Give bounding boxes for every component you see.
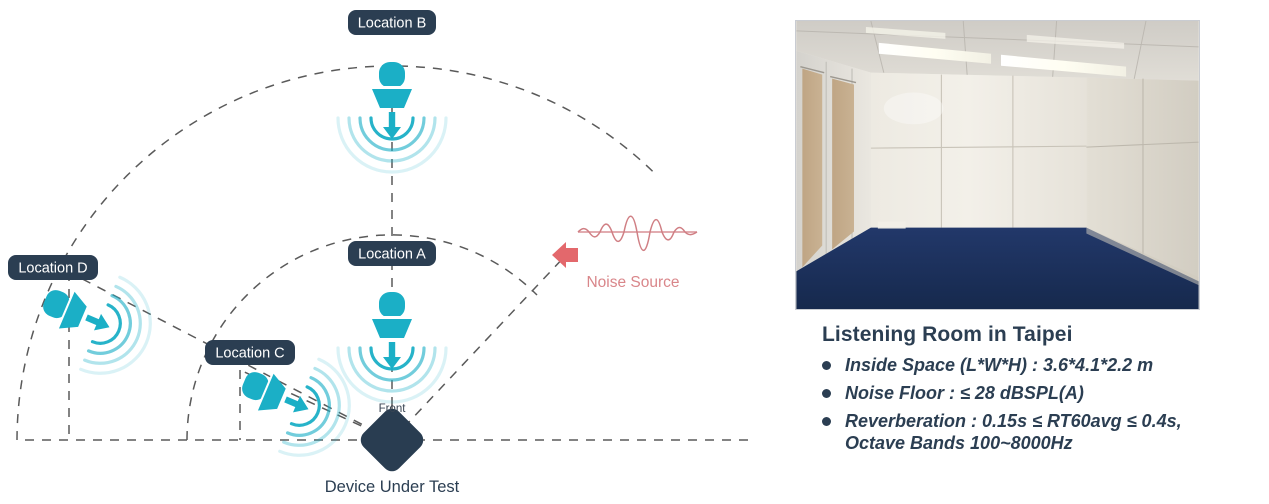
speaker-icon-c	[235, 364, 290, 418]
location-b-label: Location B	[358, 16, 427, 32]
wall-sheen	[883, 92, 944, 125]
spec-item-inside-space: Inside Space (L*W*H) : 3.6*4.1*2.2 m	[822, 354, 1262, 377]
spec-text: Inside Space (L*W*H) : 3.6*4.1*2.2 m	[845, 355, 1154, 376]
location-a-label: Location A	[358, 247, 426, 263]
direction-arrow-d	[85, 313, 110, 331]
spec-text: Noise Floor : ≤ 28 dBSPL(A)	[845, 382, 1084, 403]
spec-item-noise-floor: Noise Floor : ≤ 28 dBSPL(A)	[822, 382, 1262, 405]
location-a-group[interactable]: Location A	[336, 241, 448, 404]
room-title: Listening Room in Taipei	[822, 323, 1073, 346]
acoustic-panel-left-2	[832, 78, 854, 250]
location-c-label: Location C	[215, 346, 284, 362]
location-a-badge[interactable]: Location A	[348, 241, 436, 266]
spec-item-reverberation: Reverberation : 0.15s ≤ RT60avg ≤ 0.4s, …	[822, 410, 1262, 455]
location-d-label: Location D	[18, 261, 87, 277]
spec-text: Reverberation : 0.15s ≤ RT60avg ≤ 0.4s,	[845, 410, 1182, 431]
direction-arrow-b	[383, 112, 401, 139]
direction-arrow-a	[383, 342, 401, 369]
front-label: Front	[379, 403, 407, 415]
location-d-group[interactable]: Location D	[8, 254, 168, 391]
room-photo-panel	[795, 20, 1200, 310]
acoustic-panel-left-1	[802, 68, 823, 268]
direction-arrow-c	[284, 395, 309, 413]
device-under-test-group[interactable]: Front Device Under Test	[325, 403, 460, 496]
page-root: Location B Location A Location D Locatio…	[0, 0, 1269, 504]
location-b-badge[interactable]: Location B	[348, 10, 436, 35]
radial-noise	[391, 254, 567, 441]
speaker-icon-b	[372, 62, 412, 108]
noise-source-group[interactable]: Noise Source	[552, 215, 698, 291]
bullet-icon	[822, 416, 831, 426]
room-photo-render	[796, 21, 1199, 309]
diagram-canvas: Location B Location A Location D Locatio…	[8, 10, 748, 496]
noise-waveform	[577, 215, 698, 252]
dut-label: Device Under Test	[325, 478, 460, 496]
noise-direction-arrow	[552, 242, 578, 268]
bullet-icon	[822, 361, 831, 371]
room-spec-caption: Listening Room in Taipei Inside Space (L…	[822, 322, 1262, 460]
location-c-badge[interactable]: Location C	[205, 340, 295, 365]
bullet-icon	[822, 388, 831, 398]
spec-text-line2: Octave Bands 100~8000Hz	[845, 433, 1073, 454]
location-c-group[interactable]: Location C	[205, 336, 367, 473]
location-d-badge[interactable]: Location D	[8, 255, 98, 280]
noise-source-label: Noise Source	[586, 274, 679, 291]
dut-diamond-icon	[360, 408, 424, 472]
test-setup-diagram: Location B Location A Location D Locatio…	[0, 0, 760, 504]
sound-waves-d	[79, 275, 168, 391]
speaker-icon-d	[36, 282, 91, 336]
listening-room-photo	[795, 20, 1200, 310]
sound-waves-c	[278, 357, 367, 473]
room-spec-list: Inside Space (L*W*H) : 3.6*4.1*2.2 m Noi…	[822, 354, 1262, 455]
speaker-icon-a	[372, 292, 412, 338]
